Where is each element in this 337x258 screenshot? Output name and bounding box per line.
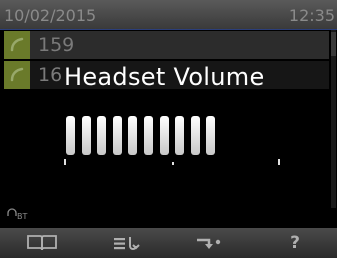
volume-bar	[191, 116, 200, 155]
status-date: 10/02/2015	[4, 6, 97, 25]
scrollbar-thumb[interactable]	[331, 32, 336, 56]
call-list-item[interactable]: 159	[4, 31, 329, 59]
bluetooth-label: BT	[17, 212, 28, 221]
volume-scale-tick	[278, 159, 280, 165]
status-time: 12:35	[288, 6, 335, 25]
status-bar: 10/02/2015 12:35	[0, 0, 337, 30]
softkey-menu[interactable]	[84, 228, 168, 258]
softkey-bar: ?	[0, 228, 337, 258]
volume-bar	[66, 116, 75, 155]
volume-bar	[160, 116, 169, 155]
volume-popup-title: Headset Volume	[64, 63, 265, 91]
volume-bar	[82, 116, 91, 155]
softkey-forward[interactable]	[168, 228, 252, 258]
volume-scale-tick	[64, 159, 66, 165]
outgoing-call-icon	[4, 61, 30, 89]
volume-bar	[113, 116, 122, 155]
forward-call-icon	[197, 238, 221, 249]
call-number: 159	[38, 34, 75, 56]
outgoing-call-icon	[4, 31, 30, 59]
volume-bar	[97, 116, 106, 155]
volume-bar	[206, 116, 215, 155]
help-icon: ?	[290, 233, 300, 253]
volume-bar	[175, 116, 184, 155]
menu-list-icon	[114, 237, 140, 250]
volume-bar	[128, 116, 137, 155]
directory-book-icon	[27, 235, 57, 251]
volume-scale-tick	[172, 162, 174, 165]
volume-bar	[144, 116, 153, 155]
scrollbar[interactable]	[331, 30, 336, 208]
softkey-directory[interactable]	[0, 228, 84, 258]
softkey-help[interactable]: ?	[253, 228, 337, 258]
call-number: 16	[38, 64, 63, 86]
